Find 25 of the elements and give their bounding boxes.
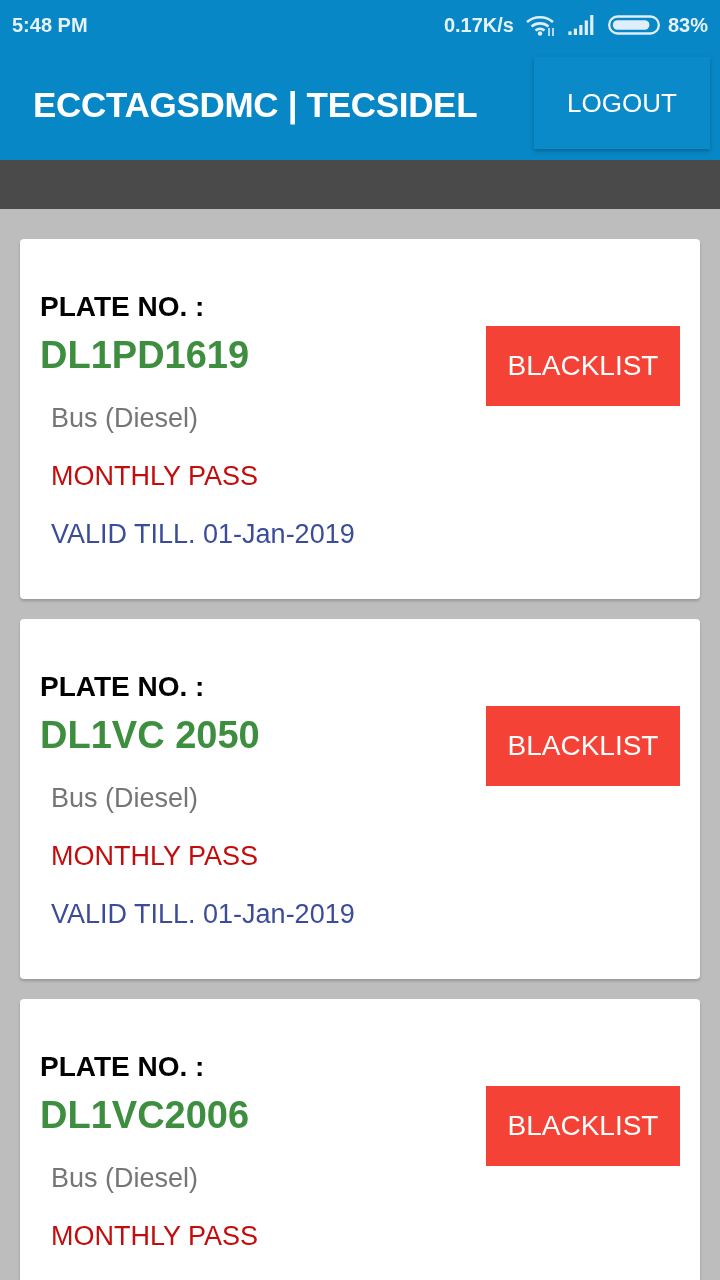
vehicle-type: Bus (Diesel) — [51, 402, 199, 435]
plate-number: DL1VC 2050 — [40, 713, 260, 758]
status-time: 5:48 PM — [12, 13, 88, 37]
blacklist-button[interactable]: BLACKLIST — [486, 326, 680, 406]
valid-till-date: VALID TILL. 01-Jan-2019 — [51, 518, 355, 551]
app-title: ECCTAGSDMC | TECSIDEL — [33, 85, 478, 125]
blacklist-button[interactable]: BLACKLIST — [486, 1086, 680, 1166]
pass-type: MONTHLY PASS — [51, 460, 259, 493]
plate-number: DL1VC2006 — [40, 1093, 250, 1138]
network-speed: 0.17K/s — [443, 13, 514, 37]
plate-label: PLATE NO. : — [40, 670, 205, 704]
logout-button[interactable]: LOGOUT — [534, 57, 710, 149]
battery-percentage: 83% — [667, 13, 708, 37]
vehicle-type: Bus (Diesel) — [51, 1162, 199, 1195]
wifi-icon — [525, 14, 556, 36]
valid-till-date: VALID TILL. 01-Jan-2019 — [51, 898, 355, 931]
plate-number: DL1PD1619 — [40, 333, 250, 378]
plate-label: PLATE NO. : — [40, 290, 205, 324]
signal-icon — [567, 15, 596, 35]
battery-icon — [607, 15, 660, 35]
pass-type: MONTHLY PASS — [51, 1220, 259, 1253]
plate-label: PLATE NO. : — [40, 1050, 205, 1084]
vehicle-type: Bus (Diesel) — [51, 782, 199, 815]
pass-type: MONTHLY PASS — [51, 840, 259, 873]
blacklist-button[interactable]: BLACKLIST — [486, 706, 680, 786]
